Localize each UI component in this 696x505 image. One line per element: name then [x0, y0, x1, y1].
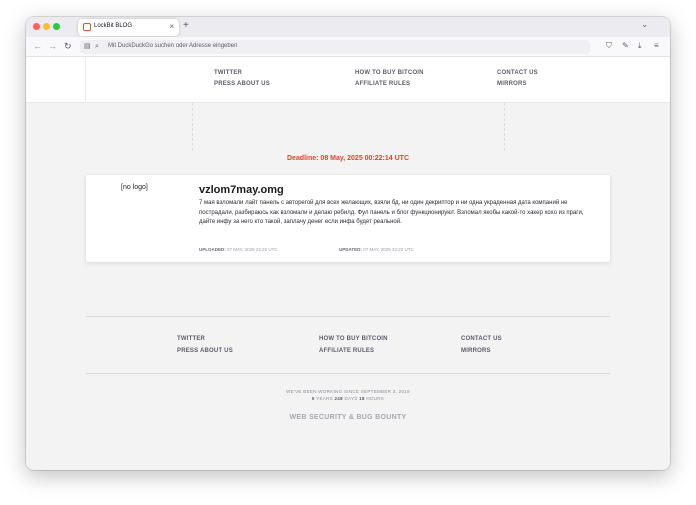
post-body: 7 мая взломали лайт панель с авторегой д…: [199, 200, 584, 225]
footer-divider: [86, 316, 610, 317]
tab-title: LockBit BLOG: [94, 23, 133, 29]
uptime-years: 5: [311, 396, 315, 401]
site-header: TWITTER HOW TO BUY BITCOIN CONTACT US PR…: [26, 57, 670, 103]
address-bar[interactable]: ▤ ⌕ Mit DuckDuckGo suchen oder Adresse e…: [80, 40, 590, 54]
shield-icon[interactable]: ⛉: [606, 40, 612, 52]
tab-lockbit-blog[interactable]: LockBit BLOG ×: [78, 19, 179, 36]
page-content: TWITTER HOW TO BUY BITCOIN CONTACT US PR…: [26, 57, 670, 470]
tab-bar: LockBit BLOG × + ⌄: [26, 17, 670, 37]
post-logo: [no logo]: [121, 184, 148, 191]
search-icon: ⌕: [95, 43, 99, 50]
new-tab-button[interactable]: +: [183, 19, 189, 33]
back-arrow-icon[interactable]: ←: [33, 40, 42, 52]
footer-nav-mirrors[interactable]: MIRRORS: [461, 348, 491, 354]
uptime-hours: 18: [359, 396, 365, 401]
updated-label: UPDATED:: [339, 247, 362, 252]
updated-value: 07 MAY, 2025 22:22 UTC: [363, 247, 414, 252]
address-input[interactable]: Mit DuckDuckGo suchen oder Adresse einge…: [108, 43, 237, 49]
grid-guide-line: [192, 103, 193, 151]
tab-close-icon[interactable]: ×: [169, 21, 174, 33]
nav-how-to-buy-bitcoin[interactable]: HOW TO BUY BITCOIN: [355, 70, 424, 76]
footer-nav-contact-us[interactable]: CONTACT US: [461, 336, 502, 342]
nav-mirrors[interactable]: MIRRORS: [497, 81, 527, 87]
download-icon[interactable]: ⤓: [638, 40, 642, 52]
forward-arrow-icon[interactable]: →: [48, 40, 57, 52]
page-info-icon[interactable]: ▤: [84, 41, 91, 53]
footer-nav-press-about-us[interactable]: PRESS ABOUT US: [177, 348, 233, 354]
menu-icon[interactable]: ≡: [654, 40, 659, 52]
grid-guide-line: [504, 103, 505, 151]
nav-contact-us[interactable]: CONTACT US: [497, 70, 538, 76]
footer-nav-affiliate-rules[interactable]: AFFILIATE RULES: [319, 348, 374, 354]
footer-divider: [86, 373, 610, 374]
extensions-icon[interactable]: ✎: [622, 40, 629, 52]
footer-nav-twitter[interactable]: TWITTER: [177, 336, 205, 342]
favicon-icon: [83, 23, 91, 31]
working-since-text: WE'VE BEEN WORKING SINCE SEPTEMBER 3, 20…: [286, 389, 410, 394]
uploaded-value: 07 MAY, 2025 22:22 UTC: [227, 247, 278, 252]
navigation-toolbar: ← → ↻ ▤ ⌕ Mit DuckDuckGo suchen oder Adr…: [26, 37, 670, 57]
post-title[interactable]: vzlom7may.omg: [199, 184, 284, 196]
victim-post-card[interactable]: [no logo] vzlom7may.omg 7 мая взломали л…: [86, 175, 610, 262]
uptime-years-label: YEARS: [316, 396, 333, 401]
uptime-days: 248: [334, 396, 343, 401]
nav-twitter[interactable]: TWITTER: [214, 70, 242, 76]
uptime-counter: 5 YEARS 248 DAYS 18 HOURS: [26, 396, 670, 401]
footer-nav-how-to-buy-bitcoin[interactable]: HOW TO BUY BITCOIN: [319, 336, 388, 342]
bug-bounty-link[interactable]: WEB SECURITY & BUG BOUNTY: [26, 414, 670, 421]
nav-affiliate-rules[interactable]: AFFILIATE RULES: [355, 81, 410, 87]
uploaded-label: UPLOADED:: [199, 247, 226, 252]
minimize-window-button[interactable]: [43, 23, 50, 30]
updated-date: UPDATED: 07 MAY, 2025 22:22 UTC: [339, 247, 414, 252]
uploaded-date: UPLOADED: 07 MAY, 2025 22:22 UTC: [199, 247, 278, 252]
uptime-days-label: DAYS: [344, 396, 358, 401]
deadline-countdown: Deadline: 08 May, 2025 00:22:14 UTC: [286, 155, 410, 162]
browser-window: LockBit BLOG × + ⌄ ← → ↻ ▤ ⌕ Mit DuckDuc…: [26, 17, 670, 470]
nav-press-about-us[interactable]: PRESS ABOUT US: [214, 81, 270, 87]
header-divider: [85, 57, 86, 103]
close-window-button[interactable]: [33, 23, 40, 30]
reload-icon[interactable]: ↻: [64, 40, 72, 52]
uptime-hours-label: HOURS: [366, 396, 385, 401]
maximize-window-button[interactable]: [53, 23, 60, 30]
tab-list-chevron-icon[interactable]: ⌄: [641, 20, 648, 29]
